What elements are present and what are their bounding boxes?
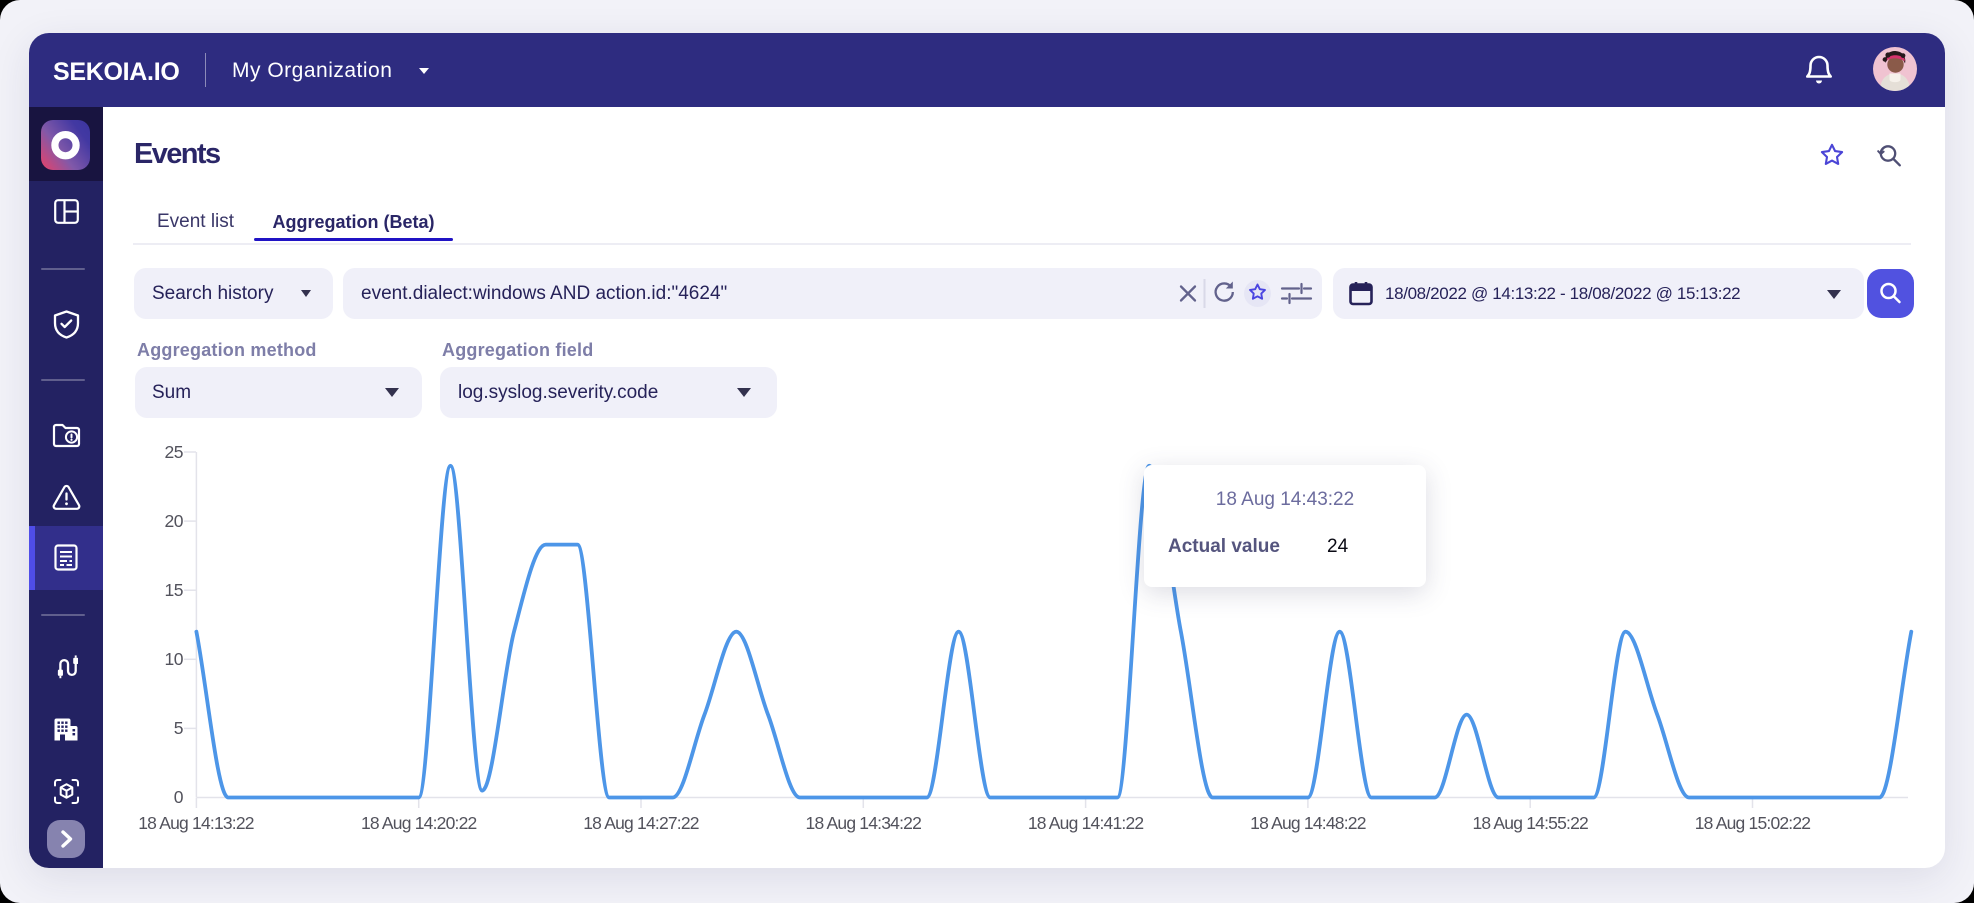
svg-text:18 Aug 14:13:22: 18 Aug 14:13:22: [138, 813, 254, 833]
svg-text:18 Aug 14:27:22: 18 Aug 14:27:22: [583, 813, 699, 833]
svg-text:18 Aug 14:55:22: 18 Aug 14:55:22: [1472, 813, 1588, 833]
svg-text:25: 25: [165, 442, 183, 462]
svg-text:0: 0: [174, 787, 184, 807]
svg-text:18 Aug 15:02:22: 18 Aug 15:02:22: [1695, 813, 1811, 833]
svg-text:10: 10: [165, 649, 184, 669]
svg-text:20: 20: [165, 511, 184, 531]
svg-text:18 Aug 14:20:22: 18 Aug 14:20:22: [361, 813, 477, 833]
svg-text:18 Aug 14:34:22: 18 Aug 14:34:22: [806, 813, 922, 833]
svg-text:5: 5: [174, 718, 183, 738]
svg-text:18 Aug 14:48:22: 18 Aug 14:48:22: [1250, 813, 1366, 833]
svg-text:15: 15: [165, 580, 183, 600]
svg-text:18 Aug 14:41:22: 18 Aug 14:41:22: [1028, 813, 1144, 833]
